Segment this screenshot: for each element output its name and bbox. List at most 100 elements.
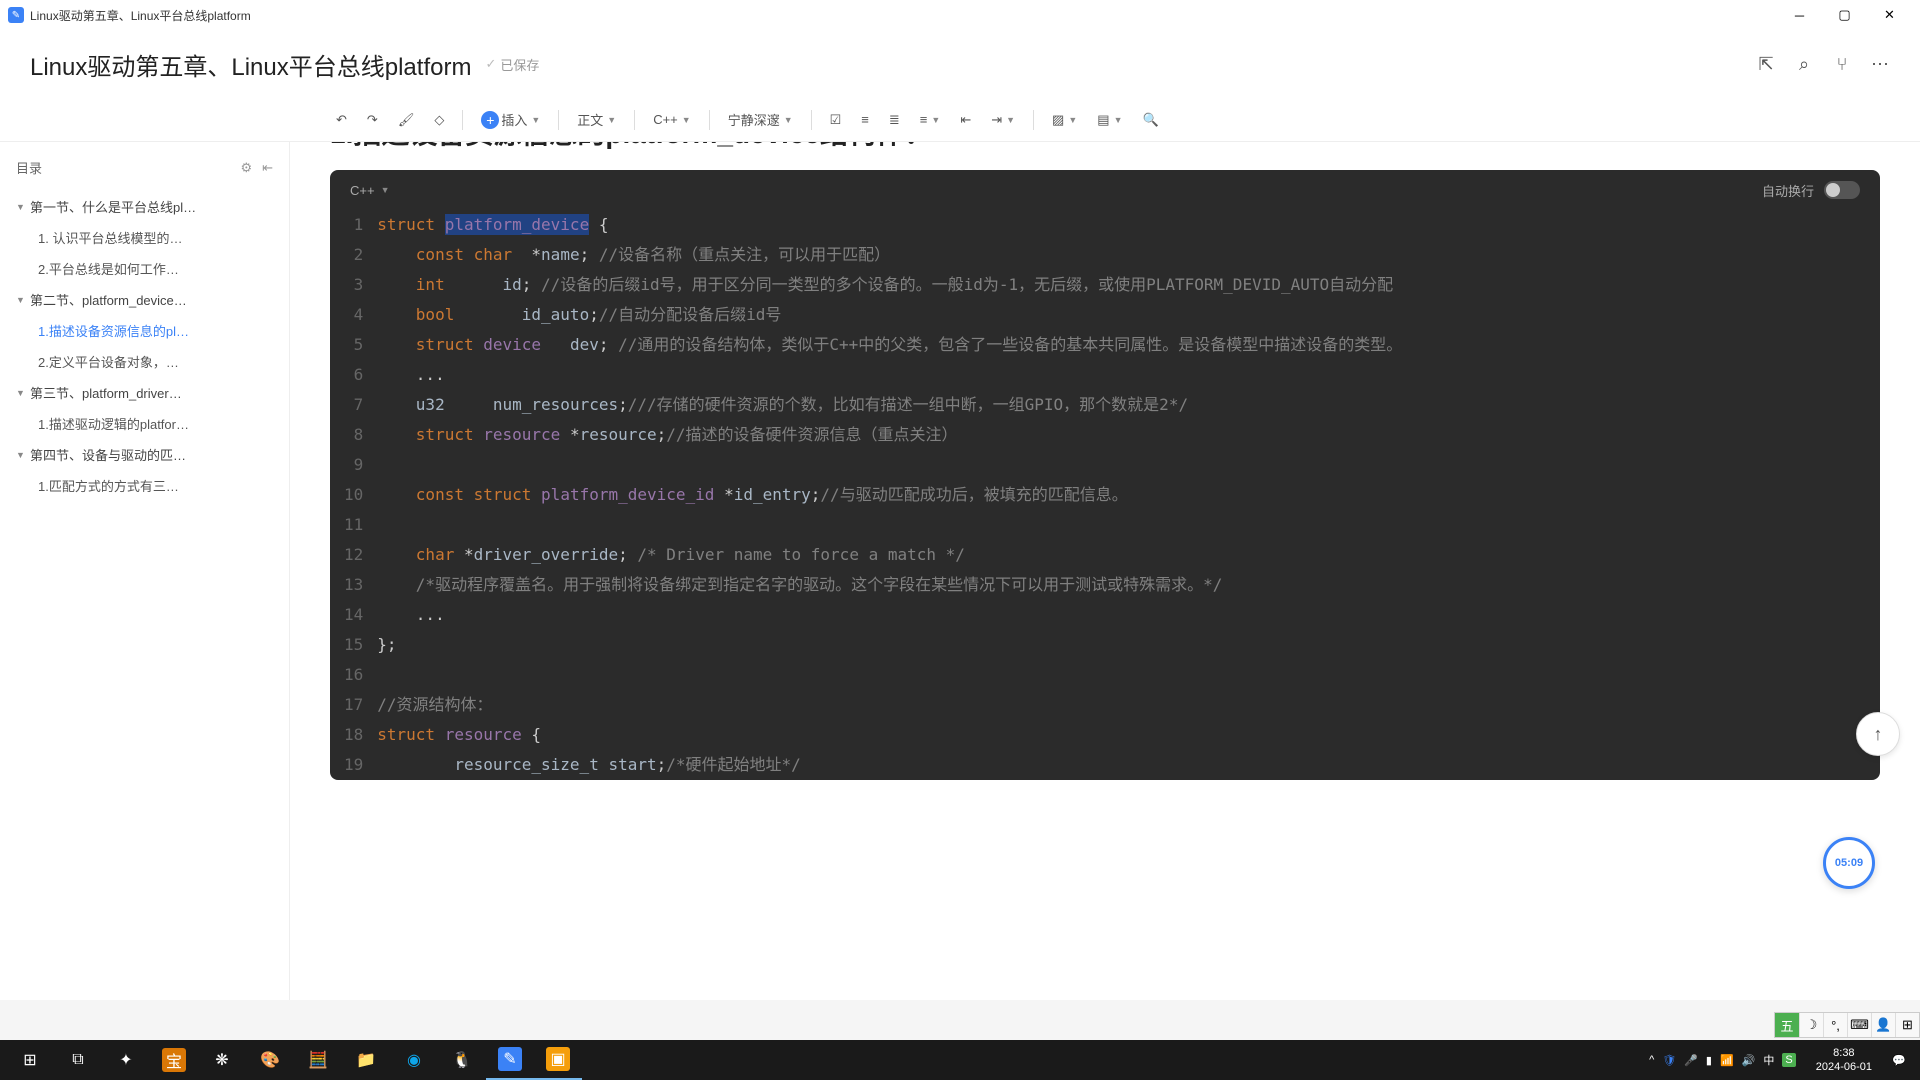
recording-timer[interactable]: 05:09 bbox=[1823, 837, 1875, 889]
outline-item[interactable]: ▼第一节、什么是平台总线pl… bbox=[10, 191, 279, 222]
outline-list: ▼第一节、什么是平台总线pl…1. 认识平台总线模型的… 2.平台总线是如何工作…… bbox=[10, 191, 279, 501]
volume-icon[interactable]: 🔊 bbox=[1742, 1054, 1756, 1067]
clear-format-button[interactable]: ◇ bbox=[428, 108, 450, 132]
taskbar-app-explorer[interactable]: 📁 bbox=[342, 1040, 390, 1080]
task-view-button[interactable]: ⧉ bbox=[54, 1040, 102, 1080]
chevron-up-icon[interactable]: ^ bbox=[1649, 1054, 1654, 1066]
taskbar-app-1[interactable]: ✦ bbox=[102, 1040, 150, 1080]
taskbar-app-vmware[interactable]: ▣ bbox=[534, 1040, 582, 1080]
wifi-icon[interactable]: 📶 bbox=[1720, 1054, 1734, 1067]
redo-button[interactable]: ↷ bbox=[361, 108, 384, 132]
taskbar-app-edge[interactable]: ◉ bbox=[390, 1040, 438, 1080]
block-dropdown[interactable]: ▤▼ bbox=[1091, 108, 1128, 132]
outline-item[interactable]: 1.匹配方式的方式有三… bbox=[10, 470, 279, 501]
indent-increase-button[interactable]: ⇥▼ bbox=[985, 108, 1021, 132]
chevron-down-icon: ▼ bbox=[381, 185, 390, 195]
save-status-label: 已保存 bbox=[500, 55, 539, 74]
bullet-list-button[interactable]: ≡ bbox=[855, 108, 875, 131]
taskbar-app-qq[interactable]: 🐧 bbox=[438, 1040, 486, 1080]
outline-item[interactable]: 1. 认识平台总线模型的… bbox=[10, 222, 279, 253]
section-heading[interactable]: 1.描述设备资源信息的platform_device结构体： bbox=[330, 142, 1880, 152]
taskbar-app-2[interactable]: 宝 bbox=[150, 1040, 198, 1080]
word-wrap-control: 自动换行 bbox=[1762, 181, 1860, 200]
taskbar-app-calc[interactable]: 🧮 bbox=[294, 1040, 342, 1080]
ime-grid-icon[interactable]: ⊞ bbox=[1895, 1013, 1919, 1037]
share-icon[interactable]: ⇱ bbox=[1756, 54, 1776, 74]
branch-icon[interactable]: ⑂ bbox=[1832, 54, 1852, 74]
taskbar-app-3[interactable]: ❋ bbox=[198, 1040, 246, 1080]
ime-status-icon[interactable]: S bbox=[1782, 1053, 1795, 1067]
outline-item[interactable]: 1.描述设备资源信息的pl… bbox=[10, 315, 279, 346]
outline-item-label: 2.定义平台设备对象，… bbox=[38, 352, 179, 371]
format-brush-button[interactable]: 🖌 bbox=[392, 108, 421, 132]
find-button[interactable]: 🔍 bbox=[1136, 108, 1164, 132]
time: 8:38 bbox=[1816, 1046, 1872, 1060]
outline-item[interactable]: 2.定义平台设备对象，… bbox=[10, 346, 279, 377]
ime-person-icon[interactable]: 👤 bbox=[1871, 1013, 1895, 1037]
chevron-down-icon: ▼ bbox=[16, 388, 26, 398]
outline-item-label: 第二节、platform_device… bbox=[30, 290, 187, 309]
indent-decrease-button[interactable]: ⇤ bbox=[954, 108, 977, 132]
outline-sidebar: 目录 ⚙ ⇤ ▼第一节、什么是平台总线pl…1. 认识平台总线模型的…2.平台总… bbox=[0, 142, 290, 1000]
insert-label: 插入 bbox=[501, 110, 527, 129]
code-lang-selector[interactable]: C++ ▼ bbox=[350, 183, 390, 198]
chevron-down-icon: ▼ bbox=[682, 115, 691, 125]
app-icon: ✎ bbox=[8, 7, 24, 23]
ime-mode[interactable]: 五 bbox=[1775, 1013, 1799, 1037]
ime-moon-icon[interactable]: ☽ bbox=[1799, 1013, 1823, 1037]
highlight-dropdown[interactable]: ▨▼ bbox=[1046, 108, 1083, 132]
checkbox-button[interactable]: ☑ bbox=[824, 108, 848, 132]
gear-icon[interactable]: ⚙ bbox=[240, 160, 252, 176]
mic-icon[interactable]: 🎤 bbox=[1684, 1054, 1698, 1067]
paragraph-style-dropdown[interactable]: 正文 ▼ bbox=[571, 106, 622, 133]
paragraph-label: 正文 bbox=[577, 110, 603, 129]
insert-button[interactable]: + 插入 ▼ bbox=[475, 106, 546, 133]
code-content[interactable]: struct platform_device { const char *nam… bbox=[377, 210, 1422, 780]
ime-lang-icon[interactable]: 中 bbox=[1763, 1052, 1774, 1068]
ime-punct-icon[interactable]: °, bbox=[1823, 1013, 1847, 1037]
window-title: Linux驱动第五章、Linux平台总线platform bbox=[30, 7, 1777, 24]
outline-item-label: 2.平台总线是如何工作… bbox=[38, 259, 179, 278]
shield-icon[interactable]: 🛡 bbox=[1662, 1054, 1676, 1067]
ime-keyboard-icon[interactable]: ⌨ bbox=[1847, 1013, 1871, 1037]
outline-item[interactable]: 2.平台总线是如何工作… bbox=[10, 253, 279, 284]
minimize-button[interactable]: ─ bbox=[1777, 0, 1822, 30]
ime-indicator[interactable]: 五 ☽ °, ⌨ 👤 ⊞ bbox=[1774, 1012, 1920, 1038]
code-lang-dropdown[interactable]: C++ ▼ bbox=[647, 108, 697, 131]
wrap-toggle[interactable] bbox=[1824, 181, 1860, 199]
start-button[interactable]: ⊞ bbox=[6, 1040, 54, 1080]
separator bbox=[462, 110, 463, 130]
code-block[interactable]: C++ ▼ 自动换行 1 2 3 4 5 6 7 8 9 10 11 12 13… bbox=[330, 170, 1880, 780]
theme-dropdown[interactable]: 宁静深邃 ▼ bbox=[722, 106, 799, 133]
tray-icons[interactable]: ^ 🛡 🎤 ▮ 📶 🔊 中 S bbox=[1641, 1052, 1804, 1068]
maximize-button[interactable]: ▢ bbox=[1822, 0, 1867, 30]
taskbar-app-current[interactable]: ✎ bbox=[486, 1040, 534, 1080]
align-dropdown[interactable]: ≡▼ bbox=[914, 108, 947, 131]
outline-item[interactable]: 1.描述驱动逻辑的platfor… bbox=[10, 408, 279, 439]
ordered-list-button[interactable]: ≣ bbox=[883, 108, 906, 132]
content-area[interactable]: 1.描述设备资源信息的platform_device结构体： C++ ▼ 自动换… bbox=[290, 142, 1920, 1000]
close-button[interactable]: ✕ bbox=[1867, 0, 1912, 30]
battery-icon[interactable]: ▮ bbox=[1706, 1054, 1712, 1067]
save-status: ✓ 已保存 bbox=[485, 55, 539, 74]
wrap-label: 自动换行 bbox=[1762, 181, 1814, 200]
notifications-button[interactable]: 💬 bbox=[1884, 1040, 1914, 1080]
search-doc-icon[interactable]: ⌕ bbox=[1794, 54, 1814, 74]
chevron-down-icon: ▼ bbox=[16, 450, 26, 460]
separator bbox=[1033, 110, 1034, 130]
more-icon[interactable]: ⋯ bbox=[1870, 54, 1890, 74]
chevron-down-icon: ▼ bbox=[16, 295, 26, 305]
outline-item[interactable]: ▼第三节、platform_driver… bbox=[10, 377, 279, 408]
code-body[interactable]: 1 2 3 4 5 6 7 8 9 10 11 12 13 14 15 16 1… bbox=[330, 210, 1880, 780]
outline-item[interactable]: ▼ 第二节、platform_device… bbox=[10, 284, 279, 315]
clock[interactable]: 8:38 2024-06-01 bbox=[1806, 1046, 1882, 1074]
scroll-top-button[interactable]: ↑ bbox=[1856, 712, 1900, 756]
collapse-icon[interactable]: ⇤ bbox=[262, 160, 273, 176]
separator bbox=[811, 110, 812, 130]
outline-item[interactable]: ▼第四节、设备与驱动的匹… bbox=[10, 439, 279, 470]
undo-button[interactable]: ↶ bbox=[330, 108, 353, 132]
document-title[interactable]: Linux驱动第五章、Linux平台总线platform bbox=[30, 47, 471, 82]
document-actions: ⇱ ⌕ ⑂ ⋯ bbox=[1756, 54, 1890, 74]
window-titlebar: ✎ Linux驱动第五章、Linux平台总线platform ─ ▢ ✕ bbox=[0, 0, 1920, 30]
taskbar-app-paint[interactable]: 🎨 bbox=[246, 1040, 294, 1080]
